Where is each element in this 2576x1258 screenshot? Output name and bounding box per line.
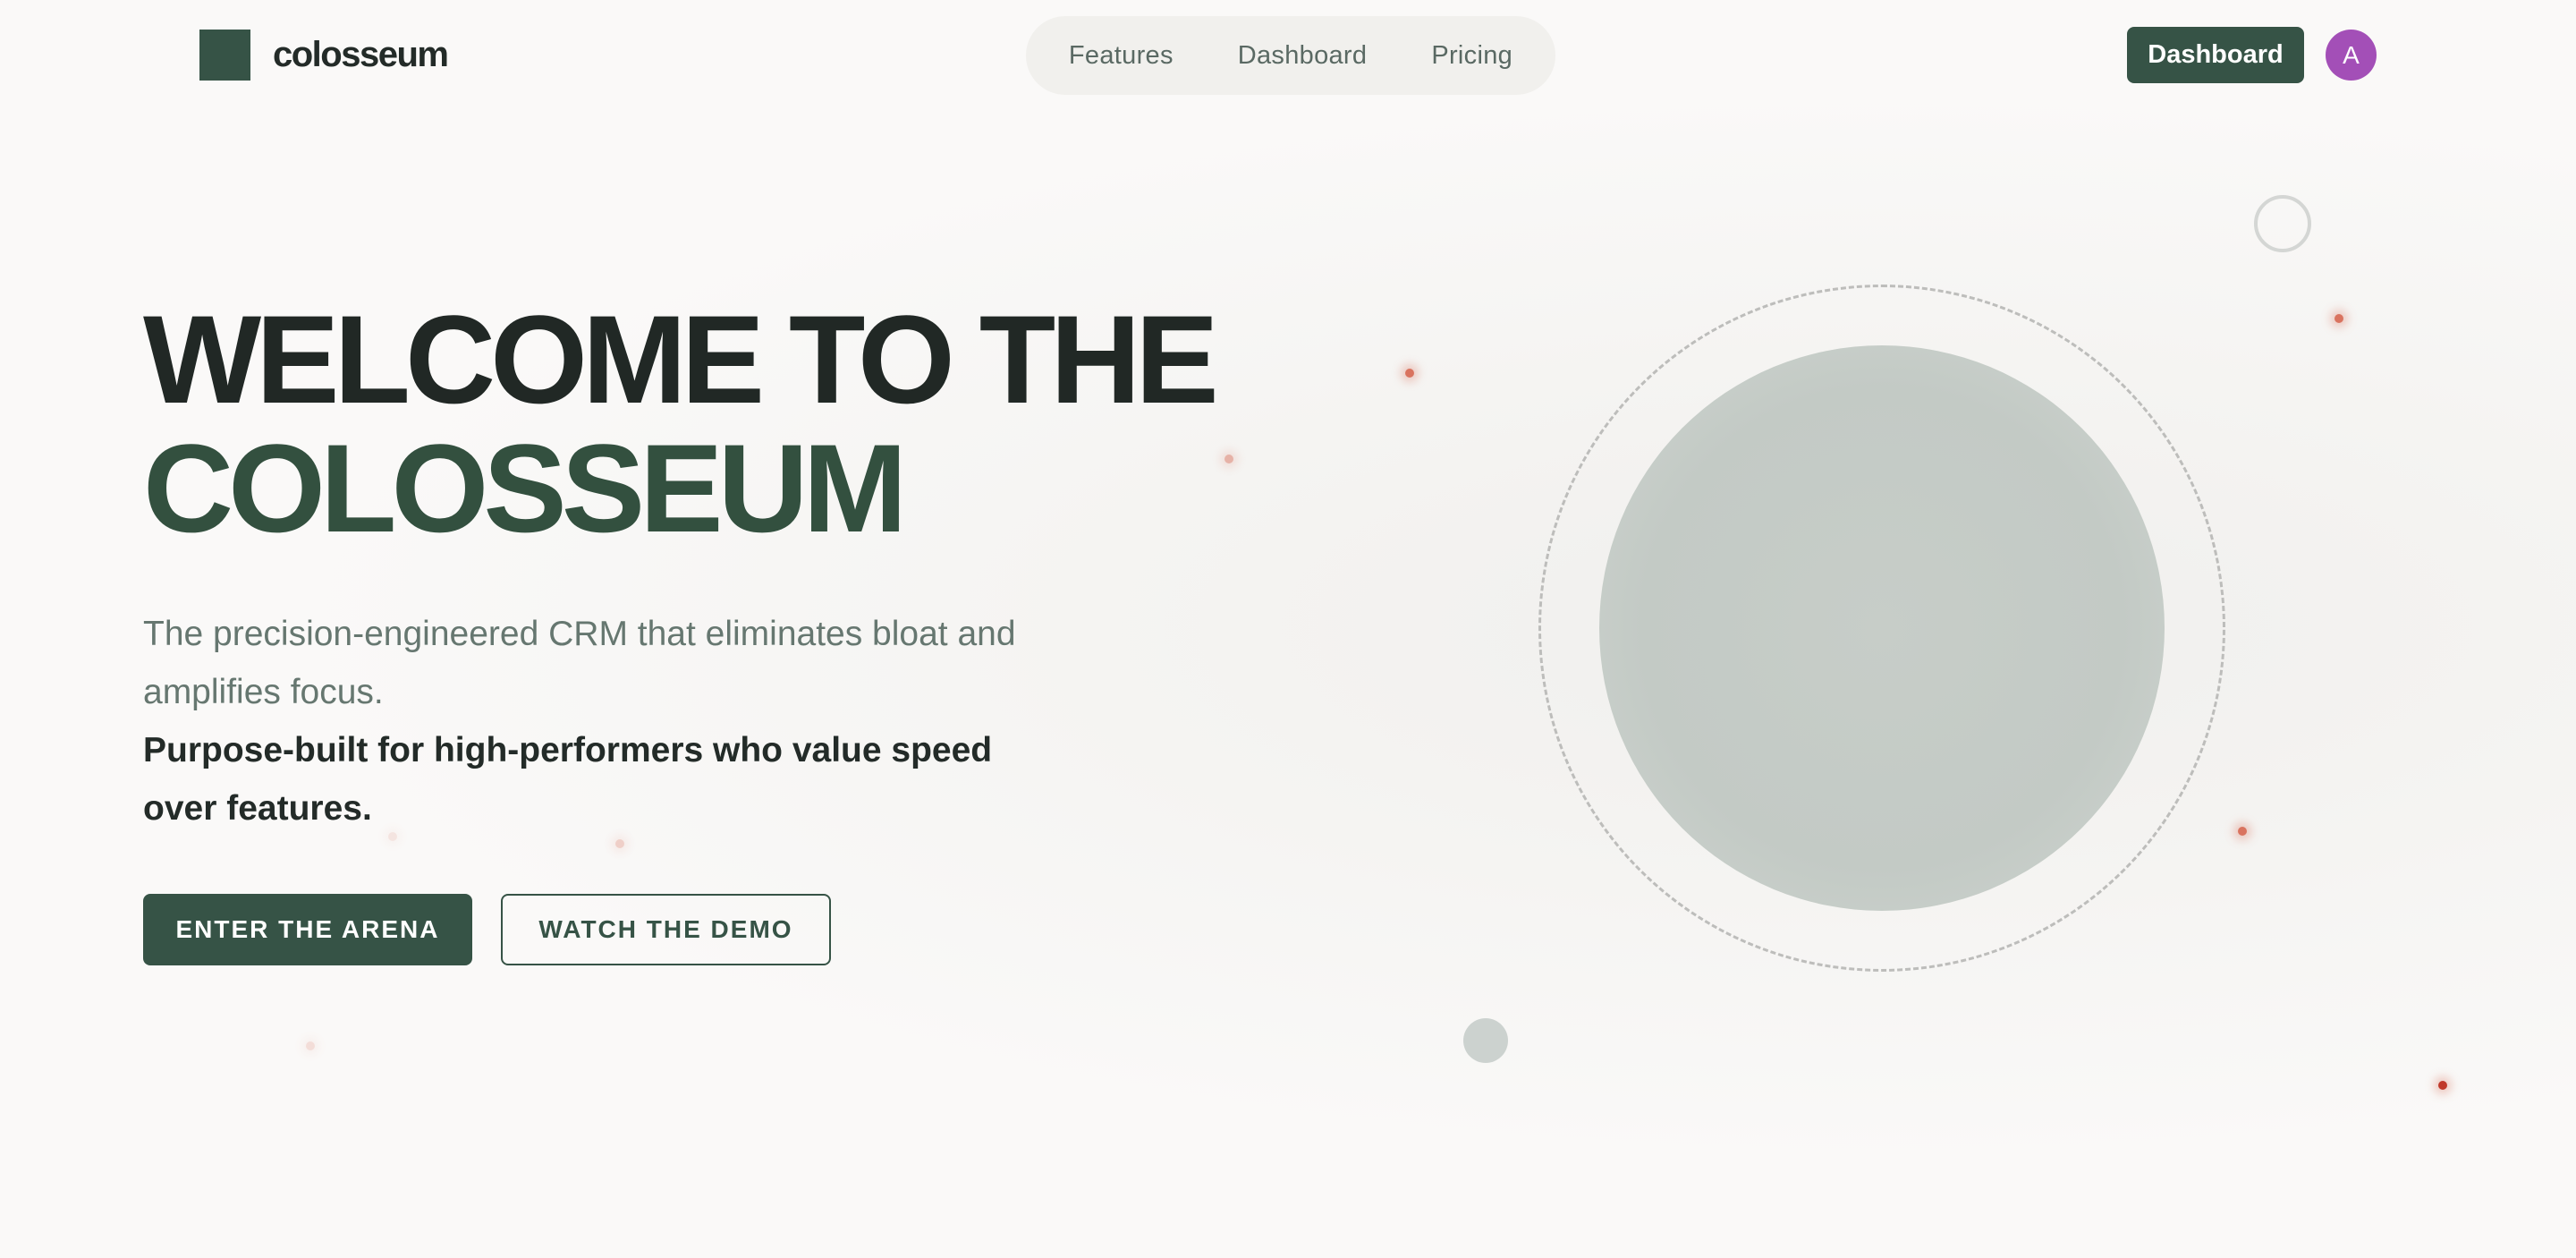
nav-item-dashboard[interactable]: Dashboard [1206, 41, 1400, 71]
hero-title-line-2: COLOSSEUM [143, 418, 907, 558]
enter-arena-button[interactable]: ENTER THE ARENA [143, 894, 472, 965]
dashboard-button[interactable]: Dashboard [2127, 27, 2304, 83]
spark-decoration [1405, 369, 1414, 378]
spark-decoration [2334, 314, 2343, 323]
brand-name: colosseum [273, 35, 449, 74]
spark-decoration [306, 1041, 315, 1050]
nav-item-pricing[interactable]: Pricing [1399, 41, 1545, 71]
spark-decoration [388, 832, 397, 841]
watch-demo-button[interactable]: WATCH THE DEMO [501, 894, 831, 965]
spark-decoration [2438, 1081, 2447, 1090]
logo-square-icon [199, 30, 250, 81]
spark-decoration [2238, 827, 2247, 836]
small-ring-decoration [2254, 195, 2311, 252]
hero-subtitle: The precision-engineered CRM that elimin… [143, 615, 1016, 711]
brand-logo[interactable]: colosseum [199, 30, 449, 81]
user-avatar[interactable]: A [2326, 30, 2377, 81]
small-dot-decoration [1463, 1018, 1508, 1063]
landing-page: colosseum Features Dashboard Pricing Das… [0, 0, 2576, 1258]
spark-decoration [1224, 455, 1233, 463]
hero-subtitle-bold: Purpose-built for high-performers who va… [143, 731, 993, 828]
hero-orb-decoration [1599, 345, 2165, 911]
spark-decoration [615, 839, 624, 848]
nav-item-features[interactable]: Features [1037, 41, 1206, 71]
hero-title-line-1: WELCOME TO THE [143, 289, 1219, 429]
main-nav: Features Dashboard Pricing [1026, 16, 1555, 95]
hero-title: WELCOME TO THE COLOSSEUM [143, 289, 1219, 558]
